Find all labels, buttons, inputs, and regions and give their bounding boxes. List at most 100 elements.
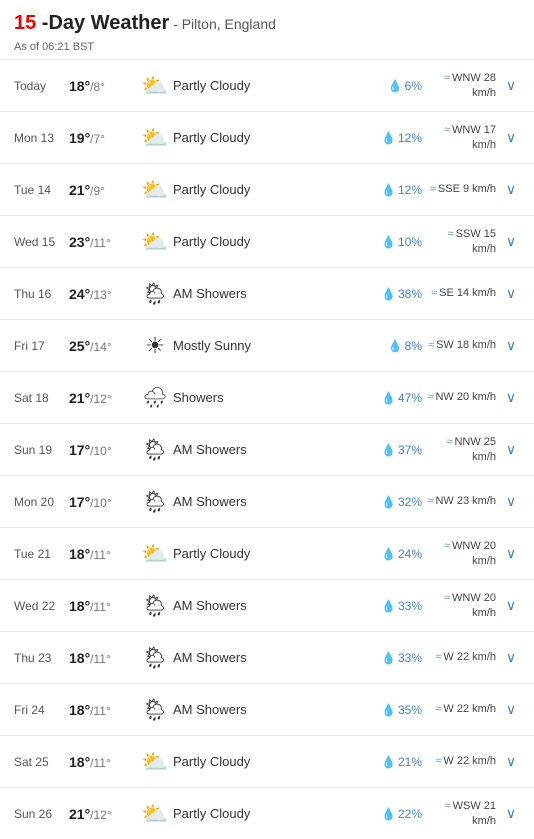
- am-showers-icon: [141, 593, 169, 619]
- day-label: Sun 26: [14, 807, 69, 821]
- weather-row[interactable]: Mon 20 17°/10° AM Showers 💧32% ≈NW 23 km…: [0, 475, 534, 527]
- weather-row[interactable]: Sun 26 21°/12° Partly Cloudy 💧22% ≈WSW 2…: [0, 787, 534, 839]
- high-temp: 17°: [69, 442, 90, 458]
- weather-row[interactable]: Today 18°/8° Partly Cloudy 💧6% ≈WNW 28 k…: [0, 59, 534, 111]
- drop-icon: 💧: [381, 495, 396, 509]
- weather-row[interactable]: Fri 24 18°/11° AM Showers 💧35% ≈W 22 km/…: [0, 683, 534, 735]
- low-temp: /10°: [90, 444, 111, 458]
- am-showers-icon: [141, 281, 169, 307]
- wind-icon: ≈: [444, 540, 450, 552]
- day-label: Mon 13: [14, 131, 69, 145]
- wind-icon: ≈: [444, 592, 450, 604]
- precip-chance: 💧8%: [378, 339, 422, 353]
- weather-row[interactable]: Sat 25 18°/11° Partly Cloudy 💧21% ≈W 22 …: [0, 735, 534, 787]
- expand-chevron[interactable]: ∨: [502, 597, 520, 614]
- low-temp: /14°: [90, 340, 111, 354]
- high-temp: 18°: [69, 546, 90, 562]
- wind-icon: ≈: [427, 495, 433, 507]
- wind-icon: ≈: [435, 651, 441, 663]
- weather-icon: [137, 697, 173, 723]
- precip-chance: 💧38%: [378, 287, 422, 301]
- temperature: 18°/11°: [69, 546, 137, 562]
- day-label: Sun 19: [14, 443, 69, 457]
- low-temp: /11°: [90, 548, 111, 562]
- low-temp: /11°: [90, 756, 111, 770]
- low-temp: /11°: [90, 704, 111, 718]
- expand-chevron[interactable]: ∨: [502, 545, 520, 562]
- showers-icon: [142, 385, 167, 410]
- partly-cloudy-icon: [141, 177, 168, 203]
- high-temp: 21°: [69, 390, 90, 406]
- expand-chevron[interactable]: ∨: [502, 129, 520, 146]
- wind-info: ≈WNW 20 km/h: [422, 539, 502, 568]
- day-label: Today: [14, 79, 69, 93]
- wind-info: ≈W 22 km/h: [422, 754, 502, 768]
- day-label: Thu 23: [14, 651, 69, 665]
- temperature: 21°/9°: [69, 182, 137, 198]
- weather-row[interactable]: Thu 16 24°/13° AM Showers 💧38% ≈SE 14 km…: [0, 267, 534, 319]
- wind-info: ≈NW 20 km/h: [422, 390, 502, 404]
- drop-icon: 💧: [381, 287, 396, 301]
- expand-chevron[interactable]: ∨: [502, 337, 520, 354]
- low-temp: /10°: [90, 496, 111, 510]
- drop-icon: 💧: [388, 339, 403, 353]
- day-label: Sat 18: [14, 391, 69, 405]
- precip-chance: 💧6%: [378, 79, 422, 93]
- precip-chance: 💧35%: [378, 703, 422, 717]
- temperature: 18°/11°: [69, 702, 137, 718]
- wind-icon: ≈: [430, 183, 436, 195]
- weather-row[interactable]: Sat 18 21°/12° Showers 💧47% ≈NW 20 km/h …: [0, 371, 534, 423]
- wind-icon: ≈: [428, 339, 434, 351]
- weather-row[interactable]: Mon 13 19°/7° Partly Cloudy 💧12% ≈WNW 17…: [0, 111, 534, 163]
- day-label: Wed 15: [14, 235, 69, 249]
- precip-chance: 💧12%: [378, 183, 422, 197]
- high-temp: 18°: [69, 702, 90, 718]
- expand-chevron[interactable]: ∨: [502, 233, 520, 250]
- expand-chevron[interactable]: ∨: [502, 701, 520, 718]
- weather-row[interactable]: Wed 15 23°/11° Partly Cloudy 💧10% ≈SSW 1…: [0, 215, 534, 267]
- drop-icon: 💧: [381, 651, 396, 665]
- high-temp: 21°: [69, 182, 90, 198]
- weather-desc: AM Showers: [173, 650, 378, 665]
- wind-info: ≈WNW 20 km/h: [422, 591, 502, 620]
- temperature: 18°/11°: [69, 650, 137, 666]
- temperature: 21°/12°: [69, 390, 137, 406]
- expand-chevron[interactable]: ∨: [502, 181, 520, 198]
- weather-icon: [137, 229, 173, 255]
- expand-chevron[interactable]: ∨: [502, 285, 520, 302]
- weather-row[interactable]: Sun 19 17°/10° AM Showers 💧37% ≈NNW 25 k…: [0, 423, 534, 475]
- day-label: Thu 16: [14, 287, 69, 301]
- weather-icon: [137, 541, 173, 567]
- drop-icon: 💧: [381, 391, 396, 405]
- day-label: Fri 17: [14, 339, 69, 353]
- weather-icon: [137, 593, 173, 619]
- expand-chevron[interactable]: ∨: [502, 753, 520, 770]
- weather-row[interactable]: Wed 22 18°/11° AM Showers 💧33% ≈WNW 20 k…: [0, 579, 534, 631]
- weather-row[interactable]: Fri 17 25°/14° Mostly Sunny 💧8% ≈SW 18 k…: [0, 319, 534, 371]
- expand-chevron[interactable]: ∨: [502, 389, 520, 406]
- drop-icon: 💧: [388, 79, 403, 93]
- expand-chevron[interactable]: ∨: [502, 77, 520, 94]
- expand-chevron[interactable]: ∨: [502, 805, 520, 822]
- expand-chevron[interactable]: ∨: [502, 441, 520, 458]
- expand-chevron[interactable]: ∨: [502, 493, 520, 510]
- precip-chance: 💧37%: [378, 443, 422, 457]
- weather-desc: AM Showers: [173, 598, 378, 613]
- expand-chevron[interactable]: ∨: [502, 649, 520, 666]
- weather-icon: [137, 749, 173, 775]
- partly-cloudy-icon: [141, 125, 168, 151]
- weather-row[interactable]: Tue 21 18°/11° Partly Cloudy 💧24% ≈WNW 2…: [0, 527, 534, 579]
- precip-chance: 💧10%: [378, 235, 422, 249]
- weather-desc: Partly Cloudy: [173, 754, 378, 769]
- drop-icon: 💧: [381, 183, 396, 197]
- drop-icon: 💧: [381, 443, 396, 457]
- weather-row[interactable]: Tue 14 21°/9° Partly Cloudy 💧12% ≈SSE 9 …: [0, 163, 534, 215]
- precip-chance: 💧12%: [378, 131, 422, 145]
- weather-row[interactable]: Thu 23 18°/11° AM Showers 💧33% ≈W 22 km/…: [0, 631, 534, 683]
- weather-desc: Partly Cloudy: [173, 234, 378, 249]
- temperature: 23°/11°: [69, 234, 137, 250]
- low-temp: /11°: [90, 236, 111, 250]
- drop-icon: 💧: [381, 547, 396, 561]
- high-temp: 18°: [69, 598, 90, 614]
- wind-info: ≈SW 18 km/h: [422, 338, 502, 352]
